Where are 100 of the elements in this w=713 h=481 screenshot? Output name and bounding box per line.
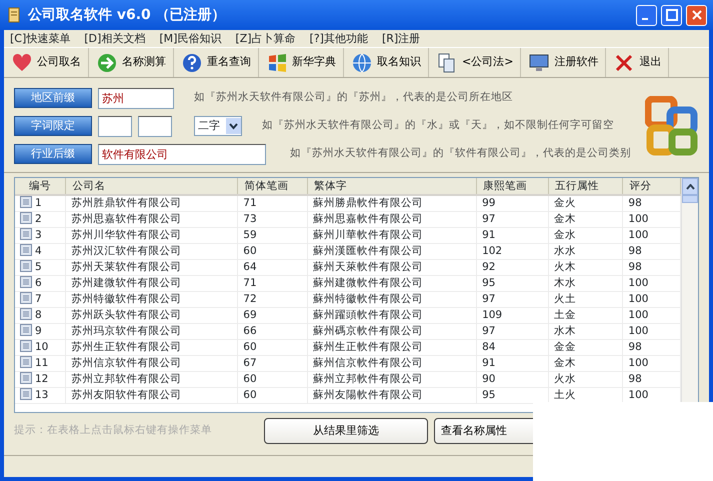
- table-cell: 土金: [548, 307, 623, 323]
- toolbar-button[interactable]: 取名知识: [344, 48, 429, 77]
- table-cell: 92: [476, 259, 548, 275]
- menu-item[interactable]: [C]快速菜单: [10, 31, 70, 46]
- table-cell: 64: [238, 259, 308, 275]
- input-field[interactable]: [98, 116, 132, 136]
- table-cell: 苏州跃头软件有限公司: [66, 307, 238, 323]
- hint-text: 如『苏州水天软件有限公司』的『苏州』，代表的是公司所在地区: [194, 90, 513, 106]
- column-header[interactable]: 编号: [15, 178, 66, 195]
- table-cell: 苏州信京软件有限公司: [66, 355, 238, 371]
- input-field[interactable]: 苏州: [98, 88, 174, 108]
- office-logo-icon: [645, 96, 699, 156]
- globe-icon: [351, 52, 373, 74]
- prefix-button[interactable]: 行业后缀: [14, 144, 92, 164]
- table-cell: 60: [238, 371, 308, 387]
- table-cell: 67: [238, 355, 308, 371]
- column-header[interactable]: 五行属性: [548, 178, 623, 195]
- row-icon: [20, 388, 32, 400]
- menu-item[interactable]: [R]注册: [382, 31, 420, 46]
- table-cell: 蘇州思嘉軟件有限公司: [308, 211, 477, 227]
- toolbar-button[interactable]: <公司法>: [429, 48, 522, 77]
- table-cell: 火土: [548, 291, 623, 307]
- table-cell: 13: [35, 389, 48, 401]
- column-header[interactable]: 繁体字: [308, 178, 477, 195]
- action-button[interactable]: 从结果里筛选: [264, 418, 428, 444]
- help-icon: [181, 52, 203, 74]
- minimize-icon: [642, 18, 648, 20]
- table-cell: 97: [476, 291, 548, 307]
- table-cell: 11: [35, 357, 48, 369]
- heart-icon: [11, 52, 33, 74]
- table-cell: 69: [238, 307, 308, 323]
- input-field[interactable]: 软件有限公司: [98, 144, 266, 164]
- menu-item[interactable]: [Z]占卜算命: [235, 31, 296, 46]
- row-icon: [20, 228, 32, 240]
- table-cell: 蘇州躍頭軟件有限公司: [308, 307, 477, 323]
- table-cell: 60: [238, 243, 308, 259]
- menu-item[interactable]: [M]民俗知识: [159, 31, 222, 46]
- maximize-icon: [666, 9, 678, 21]
- table-cell: 84: [476, 339, 548, 355]
- row-icon: [20, 196, 32, 208]
- select-field[interactable]: 二字: [194, 116, 242, 136]
- table-cell: 金水: [548, 227, 623, 243]
- table-cell: 木水: [548, 275, 623, 291]
- row-icon: [20, 324, 32, 336]
- minimize-button[interactable]: [636, 4, 657, 26]
- input-field[interactable]: [138, 116, 172, 136]
- table-cell: 蘇州建微軟件有限公司: [308, 275, 477, 291]
- table-cell: 2: [35, 213, 42, 225]
- close-button[interactable]: [686, 4, 707, 26]
- row-icon: [20, 260, 32, 272]
- toolbar-button[interactable]: 名称测算: [89, 48, 174, 77]
- table-cell: 苏州生正软件有限公司: [66, 339, 238, 355]
- table-cell: 95: [476, 275, 548, 291]
- toolbar-button[interactable]: 退出: [606, 48, 670, 77]
- column-header[interactable]: 简体笔画: [238, 178, 308, 195]
- scroll-up-button[interactable]: [682, 178, 698, 195]
- table-cell: 蘇州特徽軟件有限公司: [308, 291, 477, 307]
- column-header[interactable]: 评分: [622, 178, 680, 195]
- table-cell: 苏州特徽软件有限公司: [66, 291, 238, 307]
- toolbar-button[interactable]: 重名查询: [174, 48, 259, 77]
- maximize-button[interactable]: [661, 4, 682, 26]
- table-cell: 金木: [548, 211, 623, 227]
- table-cell: 102: [476, 243, 548, 259]
- row-icon: [20, 276, 32, 288]
- table-cell: 9: [35, 325, 42, 337]
- table-cell: 苏州友阳软件有限公司: [66, 387, 238, 403]
- toolbar-button[interactable]: 新华字典: [259, 48, 344, 77]
- table-cell: 10: [35, 341, 48, 353]
- table-cell: 90: [476, 371, 548, 387]
- table-cell: 60: [238, 387, 308, 403]
- toolbar-button[interactable]: 公司取名: [4, 48, 89, 77]
- table-cell: 6: [35, 277, 42, 289]
- table-cell: 苏州胜鼎软件有限公司: [66, 195, 238, 211]
- table-cell: 金木: [548, 355, 623, 371]
- table-cell: 97: [476, 323, 548, 339]
- close-icon: [690, 9, 702, 21]
- table-cell: 1: [35, 197, 42, 210]
- window-title: 公司取名软件 v6.0 （已注册）: [28, 6, 226, 24]
- table-cell: 66: [238, 323, 308, 339]
- column-header[interactable]: 公司名: [66, 178, 238, 195]
- table-cell: 苏州玛京软件有限公司: [66, 323, 238, 339]
- menu-item[interactable]: [?]其他功能: [310, 31, 368, 46]
- table-cell: 97: [476, 211, 548, 227]
- row-icon: [20, 356, 32, 368]
- scroll-thumb[interactable]: [682, 195, 698, 203]
- hint-text: 如『苏州水天软件有限公司』的『软件有限公司』，代表的是公司类别: [290, 146, 631, 162]
- table-cell: 5: [35, 261, 42, 273]
- table-cell: 蘇州漢匯軟件有限公司: [308, 243, 477, 259]
- table-cell: 60: [238, 339, 308, 355]
- windows-flag-icon: [266, 52, 288, 74]
- table-cell: 蘇州生正軟件有限公司: [308, 339, 477, 355]
- monitor-icon: [528, 52, 550, 74]
- table-cell: 蘇州立邦軟件有限公司: [308, 371, 477, 387]
- table-cell: 火木: [548, 259, 623, 275]
- table-cell: 7: [35, 293, 42, 305]
- row-icon: [20, 292, 32, 304]
- column-header[interactable]: 康熙笔画: [476, 178, 548, 195]
- toolbar-button[interactable]: 注册软件: [521, 48, 606, 77]
- table-cell: 71: [238, 275, 308, 291]
- menu-item[interactable]: [D]相关文档: [84, 31, 146, 46]
